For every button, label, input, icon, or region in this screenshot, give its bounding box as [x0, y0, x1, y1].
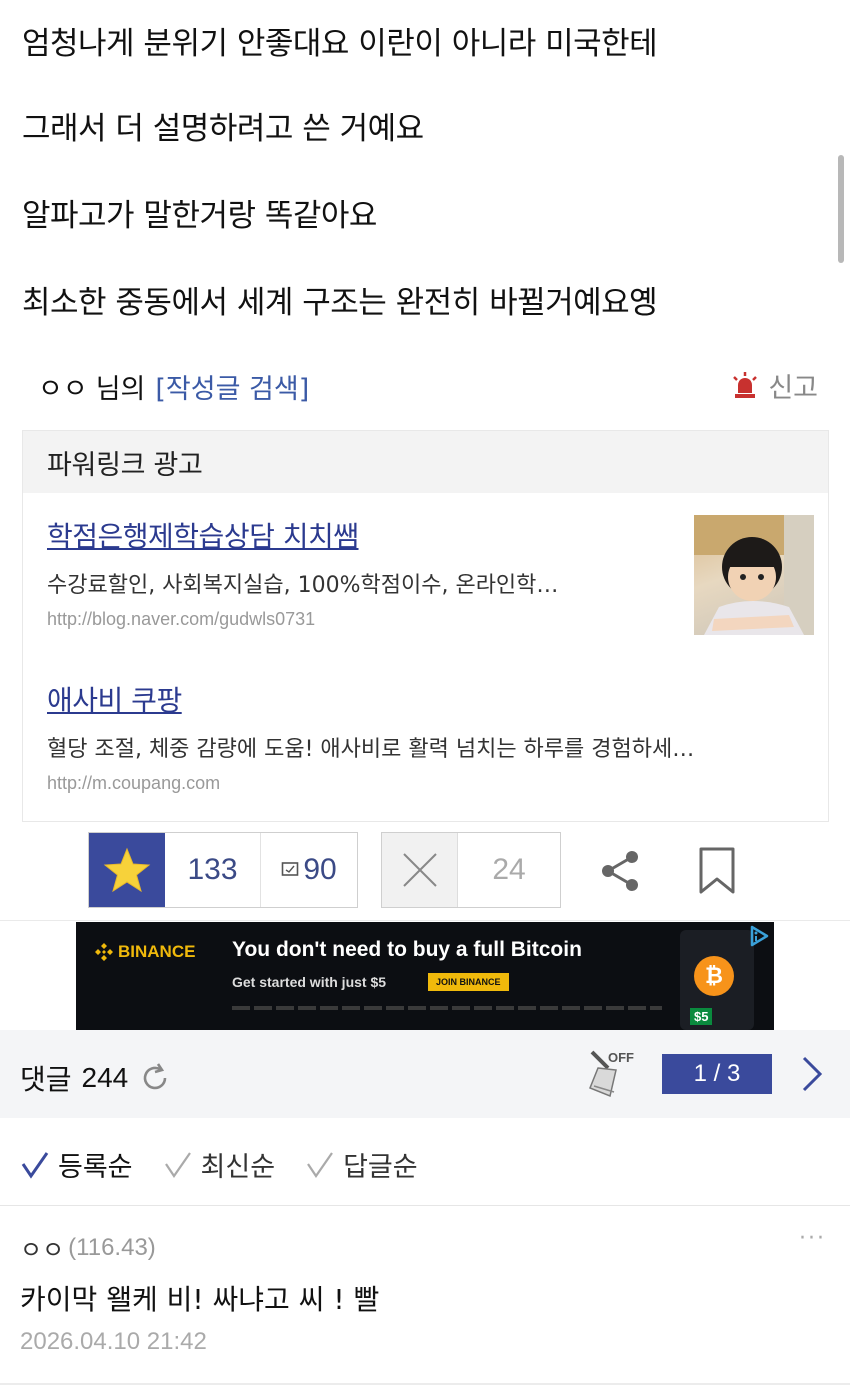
comment-more-button[interactable]: ···: [799, 1226, 826, 1251]
comment-date: 2026.04.10 21:42: [20, 1328, 207, 1355]
recommend-group: 133 90: [88, 832, 358, 908]
binance-diamond-icon: [95, 943, 113, 961]
comment-author-score: (116.43): [68, 1233, 156, 1261]
comment-icon: [282, 862, 299, 876]
search-posts-link[interactable]: [작성글 검색]: [155, 367, 309, 406]
comment-count: 90: [303, 853, 337, 886]
recommend-count: 133: [165, 833, 261, 907]
bitcoin-icon: ₿: [694, 956, 734, 996]
check-icon: [21, 1151, 49, 1179]
sort-label: 최신순: [200, 1152, 276, 1183]
binance-banner-ad[interactable]: BINANCE You don't need to buy a full Bit…: [76, 922, 774, 1030]
post-line: 그래서 더 설명하려고 쓴 거예요: [22, 111, 424, 147]
post-line: 알파고가 말한거랑 똑같아요: [22, 198, 377, 234]
ad-thumbnail[interactable]: [694, 515, 814, 635]
post-line: 최소한 중동에서 세계 구조는 완전히 바뀔거예요옝: [22, 285, 658, 321]
x-icon: [402, 853, 437, 887]
ad-title[interactable]: 학점은행제학습상담 치치쌤: [47, 515, 558, 555]
comment-pager[interactable]: 1 / 3: [662, 1054, 772, 1094]
recommend-button[interactable]: [89, 833, 165, 907]
child-photo-image: [694, 515, 814, 635]
comment-total: 244: [81, 1062, 129, 1093]
sort-by-registered[interactable]: 등록순: [20, 1145, 133, 1184]
comment-author[interactable]: ㅇㅇ (116.43): [20, 1230, 156, 1265]
author-suffix: 님의: [95, 373, 146, 405]
sort-by-replies[interactable]: 답글순: [305, 1145, 418, 1184]
join-binance-button[interactable]: JOIN BINANCE: [428, 973, 509, 991]
filter-off-badge: OFF: [608, 1050, 634, 1065]
binance-logo: BINANCE: [94, 942, 195, 962]
comment-count-label: 댓글 244: [20, 1058, 172, 1098]
ad-choices-icon[interactable]: [748, 924, 770, 948]
comment-divider: [0, 1383, 850, 1385]
dislike-group: 24: [381, 832, 561, 908]
comment-label: 댓글: [20, 1063, 72, 1096]
report-button[interactable]: 신고: [730, 366, 818, 405]
section-divider: [0, 920, 850, 921]
comment-sort-options: 등록순 최신순 답글순: [20, 1145, 448, 1184]
binance-brand: BINANCE: [118, 942, 196, 961]
ad-url: http://m.coupang.com: [47, 773, 221, 793]
scrollbar[interactable]: [838, 155, 844, 263]
check-icon: [164, 1151, 191, 1178]
share-icon[interactable]: [598, 848, 644, 894]
five-dollar-badge: $5: [690, 1008, 713, 1025]
bitcoin-card: ₿ $5: [680, 930, 754, 1030]
siren-icon: [733, 371, 758, 398]
author-name[interactable]: ㅇㅇ: [38, 367, 88, 406]
dislike-button[interactable]: [382, 833, 458, 907]
comment-header-bar: 댓글 244 OFF 1 / 3: [0, 1030, 850, 1118]
comment-count-button[interactable]: 90: [261, 833, 357, 907]
ad-description: 수강료할인, 사회복지실습, 100%학점이수, 온라인학…: [47, 573, 559, 598]
powerlink-header: 파워링크 광고: [23, 431, 828, 493]
comment-author-name: ㅇㅇ: [20, 1236, 65, 1264]
bookmark-icon[interactable]: [698, 846, 736, 896]
banner-headline: You don't need to buy a full Bitcoin: [232, 938, 582, 961]
sort-label: 답글순: [343, 1152, 418, 1183]
star-icon: [103, 847, 151, 893]
dislike-count: 24: [492, 853, 526, 886]
author-row: ㅇㅇ 님의 [작성글 검색] 신고: [38, 366, 818, 406]
chevron-right-icon[interactable]: [800, 1054, 824, 1094]
ad-item[interactable]: 학점은행제학습상담 치치쌤 수강료할인, 사회복지실습, 100%학점이수, 온…: [47, 515, 558, 630]
ad-item[interactable]: 애사비 쿠팡 혈당 조절, 체중 감량에 도움! 애사비로 활력 넘치는 하루를…: [47, 679, 694, 794]
ad-url: http://blog.naver.com/gudwls0731: [47, 609, 316, 629]
banner-fine-print: [232, 1006, 662, 1010]
sort-divider: [0, 1205, 850, 1206]
refresh-icon[interactable]: [138, 1061, 172, 1095]
report-label: 신고: [768, 373, 818, 404]
post-line: 엄청나게 분위기 안좋대요 이란이 아니라 미국한테: [22, 26, 658, 62]
ad-title[interactable]: 애사비 쿠팡: [47, 679, 694, 719]
powerlink-ad: 파워링크 광고 학점은행제학습상담 치치쌤 수강료할인, 사회복지실습, 100…: [22, 430, 829, 822]
sort-label: 등록순: [58, 1152, 133, 1183]
check-icon: [307, 1151, 333, 1178]
comment-filter-toggle[interactable]: OFF: [584, 1048, 636, 1108]
ad-description: 혈당 조절, 체중 감량에 도움! 애사비로 활력 넘치는 하루를 경험하세…: [47, 737, 695, 762]
comment-text: 카이막 왤케 비! 싸냐고 씨 ! 빨: [20, 1283, 380, 1316]
sort-by-latest[interactable]: 최신순: [163, 1145, 276, 1184]
banner-subline: Get started with just $5: [232, 974, 387, 990]
